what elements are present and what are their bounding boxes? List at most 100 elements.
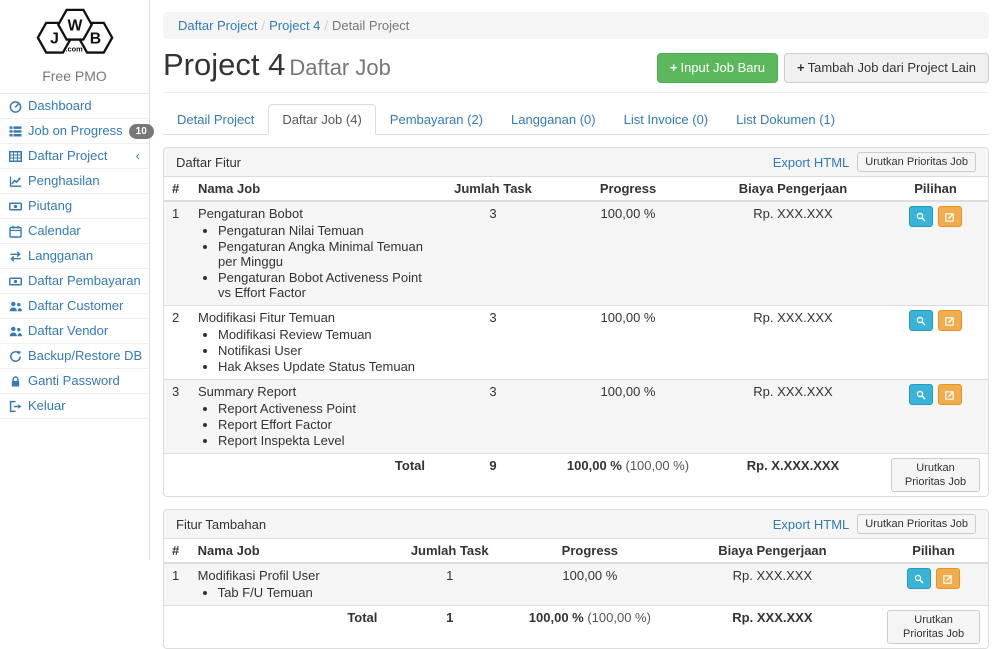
svg-text:W: W [67,17,82,34]
subtask-item: Notifikasi User [218,343,425,358]
subtask-list: Pengaturan Nilai Temuan Pengaturan Angka… [198,223,425,300]
panel-title: Daftar Fitur [176,155,241,170]
total-task-count: 9 [433,454,553,497]
subtask-list: Report Activeness Point Report Effort Fa… [198,401,425,448]
edit-job-button[interactable] [938,310,962,331]
sidebar-item-job-on-progress[interactable]: Job on Progress 10 [0,119,149,144]
task-count: 3 [433,201,553,306]
sidebar-item-label: Daftar Vendor [28,323,108,339]
total-cost: Rp. X.XXX.XXX [703,454,883,497]
jwb-logo: J B W .com [27,8,123,60]
svg-text:J: J [50,30,59,47]
row-actions [883,201,988,306]
panel-heading: Fitur Tambahan Export HTML Urutkan Prior… [164,510,988,539]
tasks-icon [9,125,22,138]
sidebar-item-label: Daftar Customer [28,298,123,314]
sidebar-item-dashboard[interactable]: Dashboard [0,94,149,119]
tambah-job-dari-project-lain-button[interactable]: +Tambah Job dari Project Lain [784,53,989,83]
edit-job-button[interactable] [938,384,962,405]
sidebar-item-calendar[interactable]: Calendar [0,219,149,244]
breadcrumb-project-4[interactable]: Project 4 [269,18,320,33]
panel-daftar-fitur: Daftar Fitur Export HTML Urutkan Priorit… [163,147,989,497]
view-job-button[interactable] [909,384,933,405]
page-header: Project 4Daftar Job +Input Job Baru +Tam… [163,48,989,93]
search-icon [916,211,926,223]
breadcrumb-separator: / [261,18,265,33]
urutkan-prioritas-job-button[interactable]: Urutkan Prioritas Job [857,152,976,172]
tab-detail-project[interactable]: Detail Project [163,104,268,135]
tab-langganan[interactable]: Langganan (0) [497,104,610,135]
urutkan-prioritas-job-button[interactable]: Urutkan Prioritas Job [857,514,976,534]
tab-list-invoice[interactable]: List Invoice (0) [610,104,723,135]
lock-icon [9,375,22,388]
progress-value: 100,00 % [514,563,666,606]
sidebar-item-label: Daftar Pembayaran [28,273,141,289]
edit-icon [945,211,955,223]
fitur-tambahan-table: # Nama Job Jumlah Task Progress Biaya Pe… [164,539,988,648]
panel-title: Fitur Tambahan [176,517,266,532]
urutkan-prioritas-job-button[interactable]: Urutkan Prioritas Job [891,458,980,492]
job-row: 2 Modifikasi Fitur Temuan Modifikasi Rev… [164,306,988,380]
sidebar-item-langganan[interactable]: Langganan [0,244,149,269]
exchange-icon [9,250,22,263]
tab-pembayaran[interactable]: Pembayaran (2) [376,104,497,135]
svg-text:.com: .com [65,45,83,54]
sidebar-item-daftar-customer[interactable]: Daftar Customer [0,294,149,319]
sidebar-item-penghasilan[interactable]: Penghasilan [0,169,149,194]
sidebar-item-daftar-project[interactable]: Daftar Project ‹ [0,144,149,169]
view-job-button[interactable] [907,568,931,589]
breadcrumb-detail-project: Detail Project [332,18,409,33]
col-progress: Progress [514,539,666,563]
users-icon [9,325,22,338]
total-label: Total [190,606,386,649]
edit-job-button[interactable] [936,568,960,589]
project-title: Project 4 [163,47,285,82]
tab-list-dokumen[interactable]: List Dokumen (1) [722,104,849,135]
sidebar-item-daftar-pembayaran[interactable]: Daftar Pembayaran [0,269,149,294]
col-number: # [164,539,190,563]
job-name-cell: Summary Report Report Activeness Point R… [190,380,433,454]
edit-icon [945,315,955,327]
money-icon [9,200,22,213]
export-html-link[interactable]: Export HTML [773,517,850,532]
chevron-left-icon: ‹ [136,148,140,164]
sidebar-item-daftar-vendor[interactable]: Daftar Vendor [0,319,149,344]
page-title: Project 4Daftar Job [163,48,391,85]
col-jumlah-task: Jumlah Task [385,539,514,563]
progress-value: 100,00 % [553,201,703,306]
daftar-fitur-table: # Nama Job Jumlah Task Progress Biaya Pe… [164,177,988,496]
search-icon [916,315,926,327]
sidebar-item-keluar[interactable]: Keluar [0,394,149,419]
edit-job-button[interactable] [938,206,962,227]
total-progress: 100,00 % (100,00 %) [514,606,666,649]
search-icon [916,389,926,401]
view-job-button[interactable] [909,206,933,227]
export-html-link[interactable]: Export HTML [773,155,850,170]
panel-heading: Daftar Fitur Export HTML Urutkan Priorit… [164,148,988,177]
sidebar-item-piutang[interactable]: Piutang [0,194,149,219]
view-job-button[interactable] [909,310,933,331]
sidebar-item-backup-restore-db[interactable]: Backup/Restore DB [0,344,149,369]
breadcrumb-separator: / [324,18,328,33]
subtask-item: Modifikasi Review Temuan [218,327,425,342]
main-content: Daftar Project/Project 4/Detail Project … [150,0,1000,560]
header-buttons: +Input Job Baru +Tambah Job dari Project… [657,48,989,83]
sidebar-item-label: Penghasilan [28,173,100,189]
sidebar-item-label: Dashboard [28,98,92,114]
col-progress: Progress [553,177,703,201]
progress-value: 100,00 % [553,306,703,380]
breadcrumb-daftar-project[interactable]: Daftar Project [178,18,257,33]
task-count: 3 [433,380,553,454]
subtask-item: Pengaturan Nilai Temuan [218,223,425,238]
col-pilihan: Pilihan [879,539,988,563]
users-icon [9,300,22,313]
table-header-row: # Nama Job Jumlah Task Progress Biaya Pe… [164,539,988,563]
input-job-baru-button[interactable]: +Input Job Baru [657,53,778,83]
line-chart-icon [9,175,22,188]
sidebar-item-ganti-password[interactable]: Ganti Password [0,369,149,394]
tab-daftar-job[interactable]: Daftar Job (4) [268,104,375,135]
row-number: 1 [164,201,190,306]
col-biaya-pengerjaan: Biaya Pengerjaan [666,539,879,563]
urutkan-prioritas-job-button[interactable]: Urutkan Prioritas Job [887,610,980,644]
row-number: 2 [164,306,190,380]
